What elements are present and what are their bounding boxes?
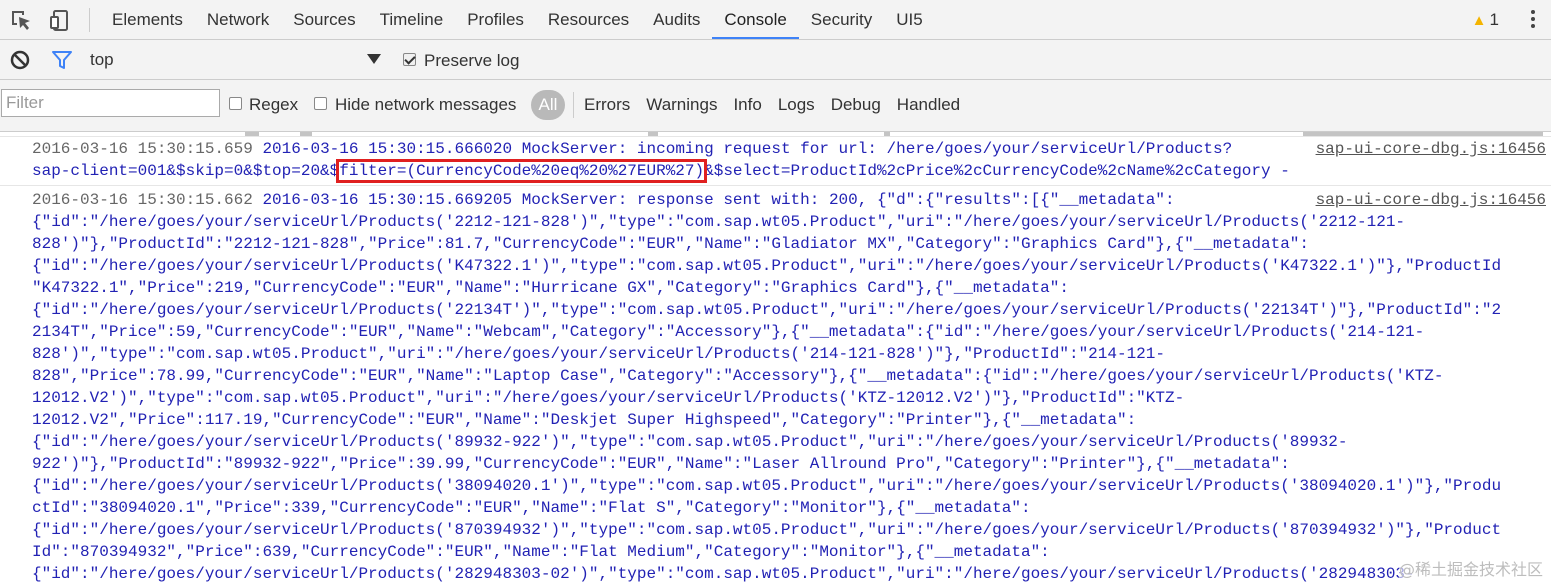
inspect-element-icon[interactable] [9,8,33,32]
device-mode-icon[interactable] [49,8,73,32]
tab-audits[interactable]: Audits [641,0,712,39]
console-output[interactable]: 2016-03-16 15:30:15.659 2016-03-16 15:30… [0,132,1551,586]
message-line: {"id":"/here/goes/your/serviceUrl/Produc… [32,521,1502,539]
message-line: {"id":"/here/goes/your/serviceUrl/Produc… [32,213,1406,231]
message-line: 12012.V2","Price":117.19,"CurrencyCode":… [32,411,1137,429]
more-options-icon[interactable] [1529,8,1537,32]
message-line: sap-client=001&$skip=0&$top=20&$ [32,162,340,180]
console-filter-bar: Regex Hide network messages All Errors W… [0,80,1551,132]
panel-tabs: Elements Network Sources Timeline Profil… [100,0,935,40]
warning-counter[interactable]: ▲ 1 [1472,0,1499,40]
preserve-log-checkbox[interactable] [403,53,416,66]
regex-label: Regex [249,95,299,114]
hide-network-checkbox[interactable] [314,97,327,110]
context-dropdown-arrow-icon[interactable] [367,54,381,64]
tab-elements[interactable]: Elements [100,0,195,39]
console-toolbar: top Preserve log [0,40,1551,80]
warning-count: 1 [1489,10,1499,29]
hide-network-label: Hide network messages [335,95,517,114]
message-line: {"id":"/here/goes/your/serviceUrl/Produc… [32,477,1502,495]
source-link[interactable]: sap-ui-core-dbg.js:16456 [1315,138,1546,160]
level-warnings[interactable]: Warnings [638,92,725,118]
filter-input[interactable] [1,89,220,117]
message-line: 828","Price":78.99,"CurrencyCode":"EUR",… [32,367,1444,385]
message-line: 2134T","Price":59,"CurrencyCode":"EUR","… [32,323,1425,341]
devtools-tabbar: Elements Network Sources Timeline Profil… [0,0,1551,40]
level-info[interactable]: Info [725,92,769,118]
message-line: {"id":"/here/goes/your/serviceUrl/Produc… [32,565,1415,583]
message-line: 2016-03-16 15:30:15.666020 MockServer: i… [262,140,1233,158]
filter-highlight: filter=(CurrencyCode%20eq%20%27EUR%27) [336,159,708,183]
regex-checkbox[interactable] [229,97,242,110]
message-line: 2016-03-16 15:30:15.669205 MockServer: r… [262,191,1175,209]
message-line: &$select=ProductId%2cPrice%2cCurrencyCod… [704,162,1290,180]
source-link[interactable]: sap-ui-core-dbg.js:16456 [1315,189,1546,211]
tab-sources[interactable]: Sources [281,0,367,39]
console-message[interactable]: 2016-03-16 15:30:15.659 2016-03-16 15:30… [0,138,1551,186]
tab-security[interactable]: Security [799,0,884,39]
message-line: {"id":"/here/goes/your/serviceUrl/Produc… [32,433,1348,451]
preserve-log-label: Preserve log [424,51,520,70]
tab-resources[interactable]: Resources [536,0,641,39]
message-line: 12012.V2')","type":"com.sap.wt05.Product… [32,389,1185,407]
message-timestamp: 2016-03-16 15:30:15.662 [32,191,253,209]
previous-message-fragment [0,132,1551,137]
message-timestamp: 2016-03-16 15:30:15.659 [32,140,253,158]
message-line: {"id":"/here/goes/your/serviceUrl/Produc… [32,257,1502,275]
message-line: 828')"},"ProductId":"2212-121-828","Pric… [32,235,1310,253]
devtools-window: Elements Network Sources Timeline Profil… [0,0,1551,586]
message-line: {"id":"/here/goes/your/serviceUrl/Produc… [32,301,1502,319]
message-line: Id":"870394932","Price":639,"CurrencyCod… [32,543,1050,561]
level-errors[interactable]: Errors [576,92,638,118]
filter-icon[interactable] [51,50,73,70]
tab-network[interactable]: Network [195,0,281,39]
level-handled[interactable]: Handled [889,92,968,118]
watermark: @稀土掘金技术社区 [1398,556,1543,580]
tab-console[interactable]: Console [712,0,799,39]
tab-profiles[interactable]: Profiles [455,0,536,39]
context-selector[interactable]: top [90,40,114,80]
tab-timeline[interactable]: Timeline [368,0,456,39]
level-filters: Errors Warnings Info Logs Debug Handled [576,92,968,118]
tabbar-separator [89,8,90,32]
level-logs[interactable]: Logs [770,92,823,118]
level-debug[interactable]: Debug [823,92,889,118]
message-line: ctId":"38094020.1","Price":339,"Currency… [32,499,1031,517]
console-message[interactable]: 2016-03-16 15:30:15.662 2016-03-16 15:30… [0,189,1551,586]
tab-ui5[interactable]: UI5 [884,0,934,39]
warning-icon: ▲ [1471,12,1487,29]
message-line: 828')","type":"com.sap.wt05.Product","ur… [32,345,1165,363]
level-separator [573,92,574,118]
message-text: 2016-03-16 15:30:15.662 2016-03-16 15:30… [32,189,1551,585]
level-all-button[interactable]: All [531,90,565,120]
message-line: 922')"},"ProductId":"89932-922","Price":… [32,455,1290,473]
message-line: "K47322.1","Price":219,"CurrencyCode":"E… [32,279,1069,297]
clear-console-icon[interactable] [9,49,31,71]
